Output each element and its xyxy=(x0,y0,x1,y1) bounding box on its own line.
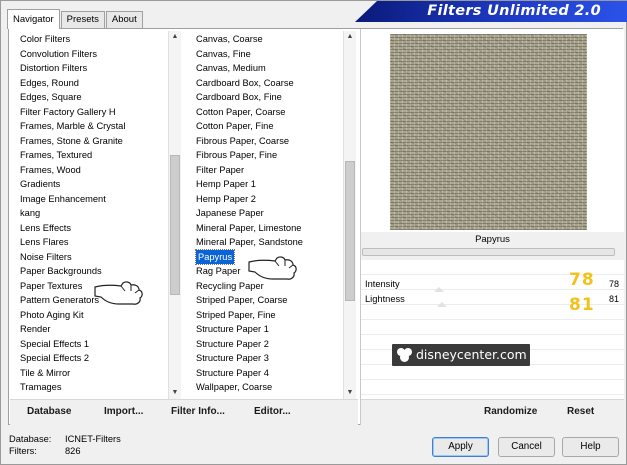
filter-list-item[interactable]: Striped Paper, Fine xyxy=(194,308,344,323)
banner-title: Filters Unlimited 2.0 xyxy=(355,1,627,22)
filter-list[interactable]: Canvas, Coarse Canvas, Fine Canvas, Medium… xyxy=(194,32,344,400)
tab-bar: Navigator Presets About xyxy=(7,9,144,29)
randomize-button[interactable]: Randomize xyxy=(484,406,537,417)
filter-list-item[interactable]: Wallpaper, Coarse xyxy=(194,380,344,395)
category-list-item[interactable]: Frames, Stone & Granite xyxy=(18,134,168,149)
filters-status-value: 826 xyxy=(65,446,81,456)
tab-presets[interactable]: Presets xyxy=(60,11,105,29)
category-list-item[interactable]: Edges, Round xyxy=(18,76,168,91)
filter-list-item[interactable]: Filter Paper xyxy=(194,163,344,178)
filter-list-item[interactable]: Structure Paper 3 xyxy=(194,351,344,366)
scroll-up-arrow-icon[interactable]: ▲ xyxy=(344,31,356,43)
filter-list-item[interactable]: Fibrous Paper, Coarse xyxy=(194,134,344,149)
filter-list-item[interactable]: Hemp Paper 1 xyxy=(194,177,344,192)
slider-thumb-icon[interactable] xyxy=(437,302,447,307)
intensity-label: Intensity xyxy=(365,279,400,289)
import-button[interactable]: Import... xyxy=(104,406,143,417)
filter-list-item[interactable]: Structure Paper 2 xyxy=(194,337,344,352)
category-list-item[interactable]: Color Filters xyxy=(18,32,168,47)
category-list-item[interactable]: Gradients xyxy=(18,177,168,192)
scroll-down-arrow-icon[interactable]: ▼ xyxy=(344,387,356,399)
category-list-item[interactable]: Distortion Filters xyxy=(18,61,168,76)
filter-list-item[interactable]: Cotton Paper, Coarse xyxy=(194,105,344,120)
category-list-item[interactable]: Tramages xyxy=(18,380,168,395)
scroll-up-arrow-icon[interactable]: ▲ xyxy=(169,31,181,43)
pointing-hand-icon xyxy=(94,281,143,305)
cancel-button[interactable]: Cancel xyxy=(498,437,555,457)
watermark: disneycenter.com xyxy=(392,344,530,366)
category-list-item[interactable]: Frames, Wood xyxy=(18,163,168,178)
category-list-item[interactable]: Special Effects 1 xyxy=(18,337,168,352)
database-status-value: ICNET-Filters xyxy=(65,434,121,444)
category-scrollbar[interactable]: ▲ ▼ xyxy=(168,31,181,399)
apply-button[interactable]: Apply xyxy=(432,437,489,457)
filter-list-item[interactable]: Japanese Paper xyxy=(194,206,344,221)
category-list-item[interactable]: Frames, Marble & Crystal xyxy=(18,119,168,134)
lightness-label: Lightness xyxy=(365,294,405,304)
filter-info-button[interactable]: Filter Info... xyxy=(171,406,225,417)
filter-list-item[interactable]: Canvas, Medium xyxy=(194,61,344,76)
filter-scroll-thumb[interactable] xyxy=(345,161,355,302)
category-list-item[interactable]: Photo Aging Kit xyxy=(18,308,168,323)
filter-list-item[interactable]: Hemp Paper 2 xyxy=(194,192,344,207)
scroll-down-arrow-icon[interactable]: ▼ xyxy=(169,387,181,399)
selected-filter[interactable]: Papyrus xyxy=(194,248,236,265)
filter-list-item[interactable]: Cotton Paper, Fine xyxy=(194,119,344,134)
category-list-item[interactable]: Edges, Square xyxy=(18,90,168,105)
filters-status-label: Filters: xyxy=(9,446,37,456)
database-button[interactable]: Database xyxy=(27,406,71,417)
lightness-overlay-value: 81 xyxy=(569,295,595,315)
help-button[interactable]: Help xyxy=(562,437,619,457)
slider-thumb-icon[interactable] xyxy=(434,287,444,292)
category-list-item[interactable]: Convolution Filters xyxy=(18,47,168,62)
category-scroll-thumb[interactable] xyxy=(170,155,180,296)
mickey-logo-icon xyxy=(397,348,412,362)
intensity-overlay-value: 78 xyxy=(569,270,595,290)
filter-list-item[interactable]: Structure Paper 1 xyxy=(194,322,344,337)
filter-list-item[interactable]: Cardboard Box, Coarse xyxy=(194,76,344,91)
category-list-item[interactable]: Special Effects 2 xyxy=(18,351,168,366)
navigator-panel: Color Filters Convolution Filters Distorti… xyxy=(8,28,624,425)
tab-about[interactable]: About xyxy=(105,11,143,29)
category-list-item[interactable]: Frames, Textured xyxy=(18,148,168,163)
filter-list-item[interactable]: Fibrous Paper, Fine xyxy=(194,148,344,163)
category-list-item[interactable]: Lens Effects xyxy=(18,221,168,236)
category-list-item[interactable]: Render xyxy=(18,322,168,337)
preview-image xyxy=(390,34,587,230)
list-button-strip: Database Import... Filter Info... Editor… xyxy=(10,399,358,425)
filter-list-item[interactable]: Mineral Paper, Sandstone xyxy=(194,235,344,250)
intensity-value: 78 xyxy=(608,279,619,289)
category-list-item[interactable]: Noise Filters xyxy=(18,250,168,265)
database-status-label: Database: xyxy=(9,434,52,444)
filters-unlimited-window: Navigator Presets About Filters Unlimite… xyxy=(0,0,627,465)
filter-list-item[interactable]: Canvas, Fine xyxy=(194,47,344,62)
watermark-text: disneycenter.com xyxy=(416,347,527,362)
preview-panel: Papyrus Intensity 78 Lightness 81 78 81 xyxy=(360,29,624,425)
category-list-item[interactable]: Lens Flares xyxy=(18,235,168,250)
reset-button[interactable]: Reset xyxy=(567,406,594,417)
category-list-item[interactable]: Filter Factory Gallery H xyxy=(18,105,168,120)
current-filter-name: Papyrus xyxy=(475,234,510,245)
filter-list-item[interactable]: Structure Paper 4 xyxy=(194,366,344,381)
filter-list-item[interactable]: Mineral Paper, Limestone xyxy=(194,221,344,236)
category-list-item[interactable]: Image Enhancement xyxy=(18,192,168,207)
filter-list-item[interactable]: Cardboard Box, Fine xyxy=(194,90,344,105)
pointing-hand-icon xyxy=(248,256,297,280)
filter-list-item[interactable]: Striped Paper, Coarse xyxy=(194,293,344,308)
lightness-value: 81 xyxy=(608,294,619,304)
filter-list-item[interactable]: Canvas, Coarse xyxy=(194,32,344,47)
category-list-item[interactable]: kang xyxy=(18,206,168,221)
tab-navigator[interactable]: Navigator xyxy=(7,9,60,29)
filter-scrollbar[interactable]: ▲ ▼ xyxy=(343,31,356,399)
status-info: Database: ICNET-Filters Filters: 826 xyxy=(9,433,121,457)
preview-button-strip: Randomize Reset xyxy=(361,399,624,425)
category-list-item[interactable]: Tile & Mirror xyxy=(18,366,168,381)
editor-button[interactable]: Editor... xyxy=(254,406,291,417)
category-list[interactable]: Color Filters Convolution Filters Distorti… xyxy=(18,32,168,400)
filter-progress-bar xyxy=(362,248,615,256)
preview-area xyxy=(361,29,624,232)
